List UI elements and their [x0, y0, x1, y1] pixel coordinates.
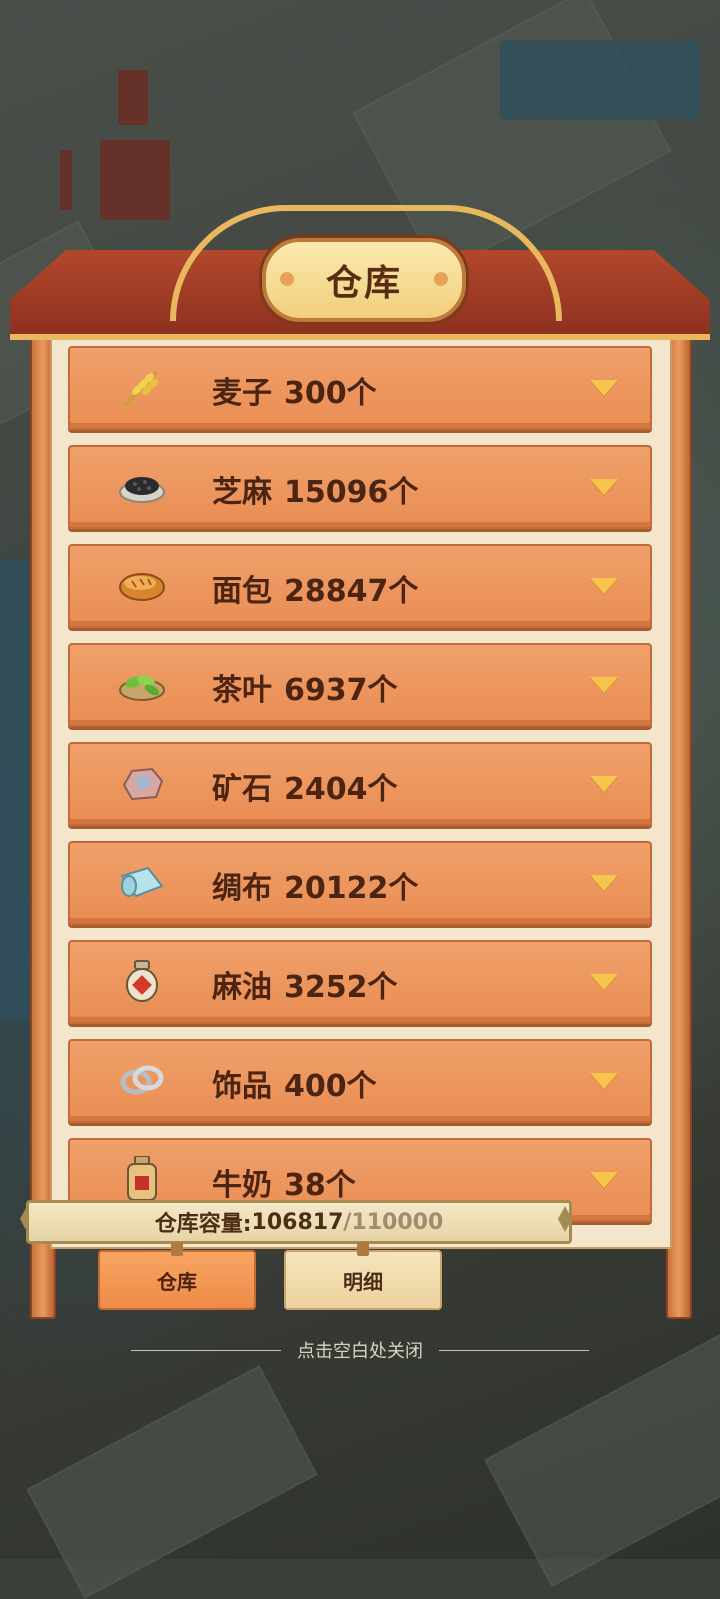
- wheat-icon: [118, 366, 166, 408]
- item-count: 300个: [284, 376, 377, 411]
- tea-leaves-icon: [118, 663, 166, 705]
- capacity-current: 106817: [251, 1209, 344, 1235]
- list-item[interactable]: 面包 28847个: [68, 544, 652, 628]
- item-name: 饰品: [212, 1069, 272, 1104]
- tab-details[interactable]: 明细: [284, 1242, 442, 1310]
- capacity-bar: 仓库容量: 106817 /110000: [26, 1200, 572, 1244]
- item-count: 400个: [284, 1069, 377, 1104]
- list-item[interactable]: 饰品 400个: [68, 1039, 652, 1123]
- chevron-down-icon[interactable]: [590, 479, 618, 495]
- close-hint: 点击空白处关闭: [0, 1337, 720, 1363]
- list-item[interactable]: 茶叶 6937个: [68, 643, 652, 727]
- divider-line: [131, 1349, 281, 1351]
- item-name: 矿石: [212, 772, 272, 807]
- page-title: 仓库: [325, 263, 402, 304]
- chevron-down-icon[interactable]: [590, 1073, 618, 1089]
- list-item[interactable]: 矿石 2404个: [68, 742, 652, 826]
- chevron-down-icon[interactable]: [590, 380, 618, 396]
- item-name: 面包: [212, 574, 272, 609]
- title-plaque: 仓库: [262, 238, 466, 322]
- item-name: 牛奶: [212, 1168, 272, 1203]
- chevron-down-icon[interactable]: [590, 677, 618, 693]
- chevron-down-icon[interactable]: [590, 1172, 618, 1188]
- item-count: 2404个: [284, 772, 398, 807]
- item-count: 38个: [284, 1168, 356, 1203]
- close-hint-text: 点击空白处关闭: [297, 1341, 423, 1362]
- item-name: 麦子: [212, 376, 272, 411]
- milk-can-icon: [118, 1156, 166, 1201]
- item-name: 绸布: [212, 871, 272, 906]
- chevron-down-icon[interactable]: [590, 974, 618, 990]
- item-count: 20122个: [284, 871, 419, 906]
- sesame-icon: [118, 465, 166, 507]
- item-name: 茶叶: [212, 673, 272, 708]
- silk-cloth-icon: [118, 861, 166, 903]
- item-name: 麻油: [212, 970, 272, 1005]
- list-item[interactable]: 绸布 20122个: [68, 841, 652, 925]
- sesame-oil-jar-icon: [118, 960, 166, 1002]
- ore-icon: [118, 762, 166, 804]
- tab-warehouse[interactable]: 仓库: [98, 1242, 256, 1310]
- tab-label: 明细: [343, 1269, 383, 1294]
- capacity-max: /110000: [343, 1209, 444, 1235]
- divider-line: [439, 1349, 589, 1351]
- item-count: 15096个: [284, 475, 419, 510]
- list-item[interactable]: 芝麻 15096个: [68, 445, 652, 529]
- capacity-label: 仓库容量:: [154, 1212, 252, 1237]
- tab-label: 仓库: [157, 1269, 197, 1294]
- bread-icon: [118, 564, 166, 606]
- item-name: 芝麻: [212, 475, 272, 510]
- item-count: 28847个: [284, 574, 419, 609]
- item-count: 6937个: [284, 673, 398, 708]
- list-item[interactable]: 麻油 3252个: [68, 940, 652, 1024]
- list-item[interactable]: 麦子 300个: [68, 346, 652, 430]
- chevron-down-icon[interactable]: [590, 578, 618, 594]
- rings-icon: [118, 1059, 166, 1101]
- item-list[interactable]: 麦子 300个 芝麻 15096个 面包 28847个 茶叶 6937个 矿石 …: [68, 346, 652, 1237]
- chevron-down-icon[interactable]: [590, 875, 618, 891]
- item-count: 3252个: [284, 970, 398, 1005]
- chevron-down-icon[interactable]: [590, 776, 618, 792]
